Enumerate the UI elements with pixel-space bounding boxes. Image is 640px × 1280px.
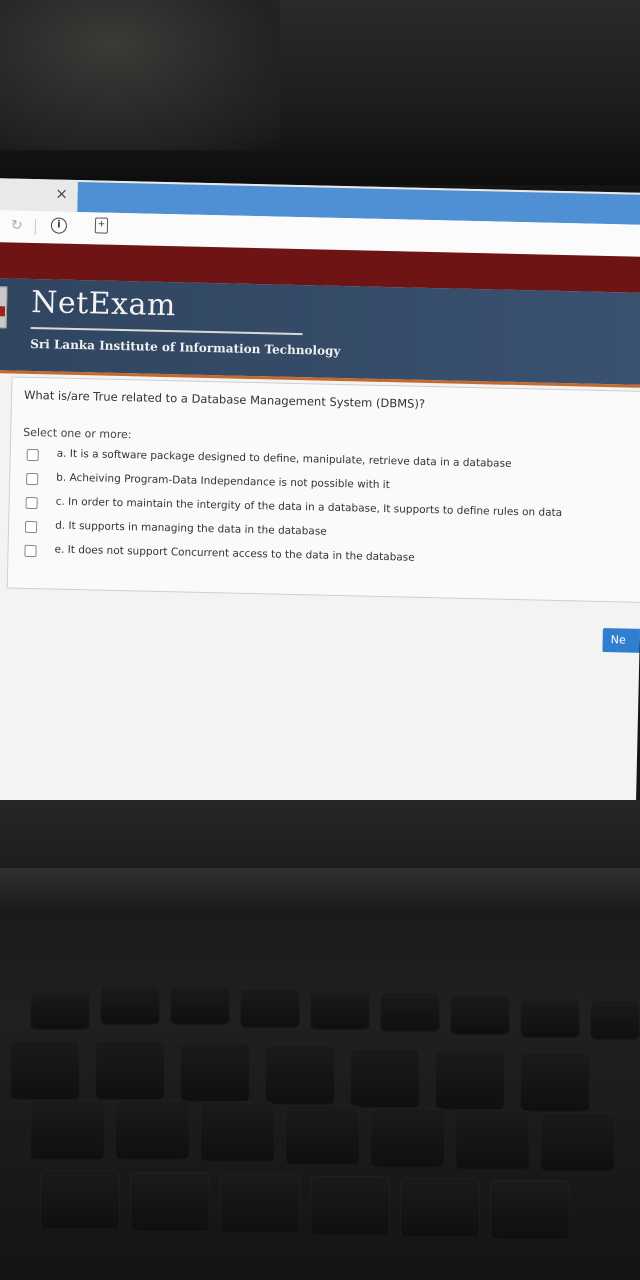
keyboard-key xyxy=(520,998,580,1038)
keyboard-key xyxy=(180,1042,250,1102)
keyboard-key xyxy=(435,1050,505,1110)
toolbar-separator xyxy=(34,219,37,236)
next-page-button[interactable]: Ne xyxy=(602,628,640,654)
background-glow xyxy=(0,0,280,150)
brand-title[interactable]: NetExam xyxy=(31,285,176,323)
option-checkbox[interactable] xyxy=(26,448,39,462)
site-header-banner: NetExam Sri Lanka Institute of Informati… xyxy=(0,277,640,388)
keyboard-key xyxy=(310,1176,390,1236)
keyboard-key xyxy=(285,1105,360,1165)
keyboard-key xyxy=(400,1178,480,1238)
keyboard-key xyxy=(370,1108,445,1168)
question-text: What is/are True related to a Database M… xyxy=(23,387,426,411)
keyboard-key xyxy=(520,1052,590,1112)
keyboard-key xyxy=(240,988,300,1028)
keyboard-key xyxy=(350,1048,420,1108)
keyboard-key xyxy=(40,1170,120,1230)
keyboard-key xyxy=(590,1000,640,1040)
keyboard-key xyxy=(95,1040,165,1100)
page-icon[interactable]: + xyxy=(94,217,109,234)
keyboard-key xyxy=(100,985,160,1025)
crest-emblem-icon xyxy=(0,306,6,317)
keyboard-key xyxy=(115,1100,190,1160)
reload-icon[interactable]: ↻ xyxy=(11,217,27,233)
keyboard-key xyxy=(200,1102,275,1162)
laptop-screen: × ↻ i + NetExam Sri Lanka Institute of I… xyxy=(0,178,640,833)
keyboard-key xyxy=(540,1112,615,1172)
laptop-bezel-top xyxy=(0,0,640,185)
select-instruction: Select one or more: xyxy=(23,425,132,442)
keyboard-key xyxy=(170,985,230,1025)
laptop-hinge xyxy=(0,868,640,908)
option-checkbox[interactable] xyxy=(24,520,38,534)
option-checkbox[interactable] xyxy=(26,472,39,486)
close-tab-icon[interactable]: × xyxy=(51,183,71,203)
option-label[interactable]: a. It is a software package designed to … xyxy=(57,448,512,470)
keyboard-key xyxy=(220,1174,300,1234)
keyboard-key xyxy=(30,1100,105,1160)
keyboard-key xyxy=(380,992,440,1032)
keyboard-key xyxy=(10,1040,80,1100)
keyboard-key xyxy=(490,1180,570,1240)
keyboard-key xyxy=(455,1110,530,1170)
keyboard-key xyxy=(30,990,90,1030)
keyboard-key xyxy=(130,1172,210,1232)
option-checkbox[interactable] xyxy=(24,544,37,558)
option-checkbox[interactable] xyxy=(25,496,38,510)
keyboard-key xyxy=(265,1045,335,1105)
keyboard-key xyxy=(450,995,510,1035)
institute-name: Sri Lanka Institute of Information Techn… xyxy=(30,336,341,358)
option-label[interactable]: d. It supports in managing the data in t… xyxy=(55,520,327,538)
info-icon[interactable]: i xyxy=(50,217,68,234)
question-card: What is/are True related to a Database M… xyxy=(6,376,640,604)
brand-underline xyxy=(30,326,303,336)
keyboard-key xyxy=(310,990,370,1030)
